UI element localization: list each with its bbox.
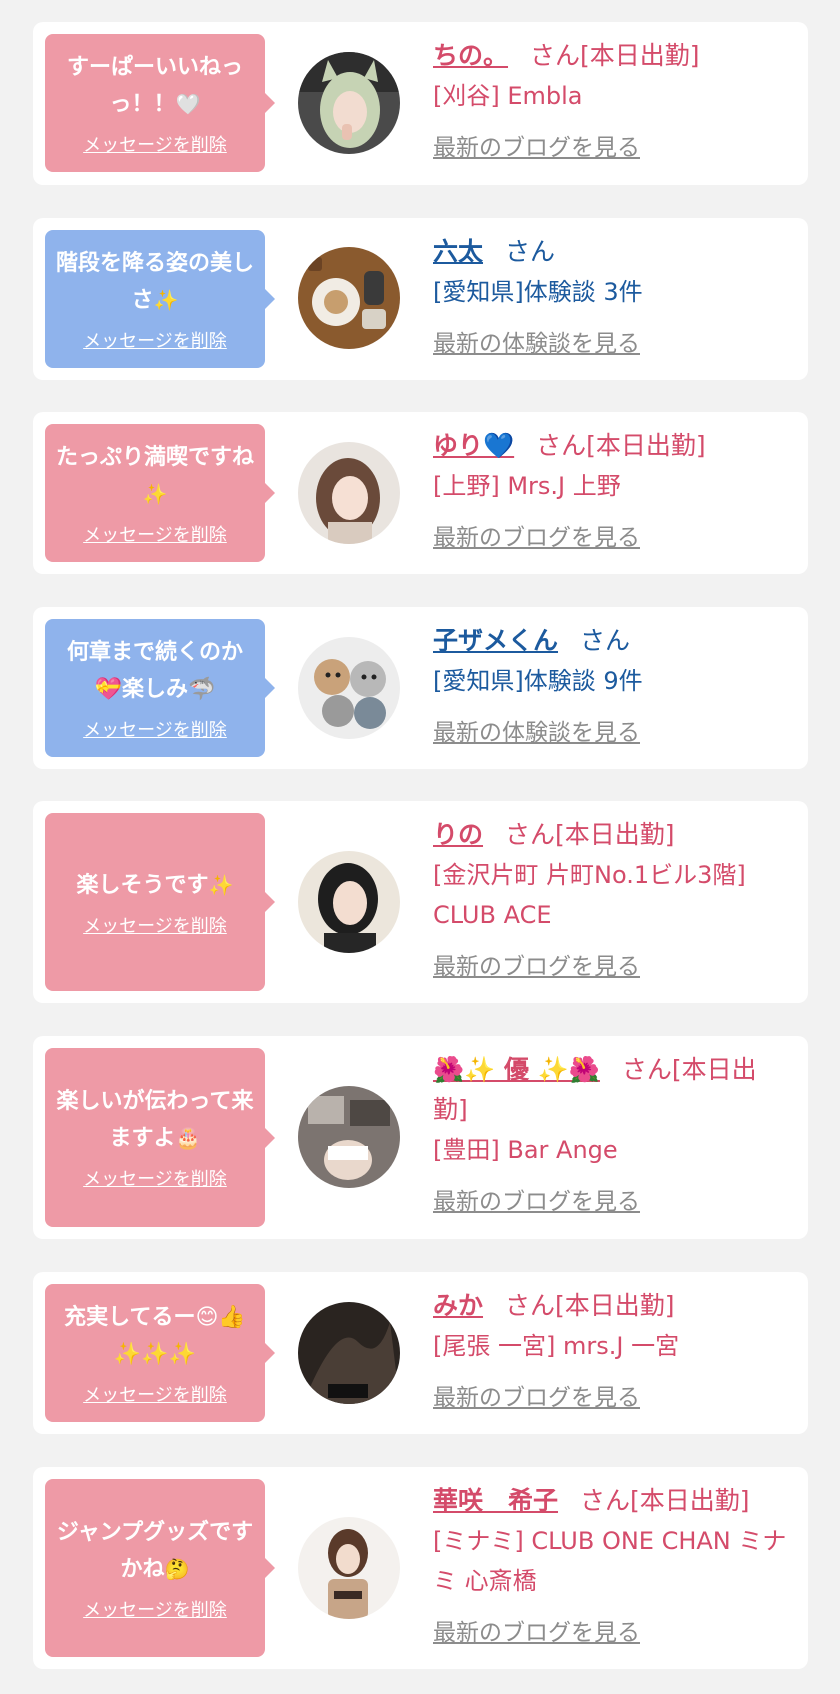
name-suffix: さん: [505, 237, 556, 266]
latest-blog-link[interactable]: 最新のブログを見る: [433, 1613, 640, 1647]
avatar[interactable]: [298, 1086, 400, 1188]
profile-info: 子ザメくん さん [愛知県]体験談 9件 最新の体験談を見る: [433, 621, 788, 747]
name-row: 六太 さん: [433, 232, 788, 272]
cake-icon: 🎂: [175, 1126, 201, 1150]
name-suffix: さん[本日出勤]: [505, 1291, 675, 1320]
latest-blog-link[interactable]: 最新のブログを見る: [433, 947, 640, 981]
message-bubble: 楽しそうです✨ メッセージを削除: [45, 813, 275, 991]
latest-blog-link[interactable]: 最新のブログを見る: [433, 128, 640, 162]
avatar[interactable]: [298, 1517, 400, 1619]
profile-name-link[interactable]: みか: [433, 1291, 483, 1320]
name-suffix: さん[本日出勤]: [505, 820, 675, 849]
profile-info: ちの。 さん[本日出勤] [刈谷] Embla 最新のブログを見る: [433, 36, 788, 162]
latest-blog-link[interactable]: 最新のブログを見る: [433, 518, 640, 552]
review-info: [愛知県]体験談 3件: [433, 278, 643, 306]
message-card: たっぷり満喫ですね✨ メッセージを削除 ゆり💙 さん[本日出勤] [上野] Mrs…: [33, 412, 808, 574]
shop-info: [上野] Mrs.J 上野: [433, 472, 621, 500]
avatar[interactable]: [298, 247, 400, 349]
sparkle-icon: ✨: [208, 872, 234, 897]
name-suffix: さん[本日出勤]: [580, 1486, 750, 1515]
delete-message-link[interactable]: メッセージを削除: [83, 716, 227, 742]
sparkle-icon: ✨: [142, 481, 168, 506]
profile-info: 華咲 希子 さん[本日出勤] [ミナミ] CLUB ONE CHAN ミナミ 心斎…: [433, 1481, 788, 1647]
message-text: たっぷり満喫ですね✨: [55, 444, 254, 506]
profile-name-link[interactable]: 六太: [433, 237, 483, 266]
message-text: 階段を降る姿の美しさ✨: [55, 250, 254, 313]
delete-message-link[interactable]: メッセージを削除: [83, 327, 227, 353]
sparkle-icon: ✨: [153, 287, 179, 312]
message-text: 充実してるー😊👍✨✨✨: [64, 1304, 246, 1367]
shop-info: [豊田] Bar Ange: [433, 1136, 618, 1164]
profile-info: 🌺✨ 優 ✨🌺 さん[本日出勤] [豊田] Bar Ange 最新のブログを見る: [433, 1050, 788, 1216]
name-row: 子ザメくん さん: [433, 621, 788, 661]
profile-info: 六太 さん [愛知県]体験談 3件 最新の体験談を見る: [433, 232, 788, 358]
message-card: 何章まで続くのか💝楽しみ🦈 メッセージを削除 子ザメくん さん [愛知県]体験談 …: [33, 607, 808, 769]
profile-name-link[interactable]: 華咲 希子: [433, 1486, 558, 1515]
avatar[interactable]: [298, 442, 400, 544]
latest-blog-link[interactable]: 最新のブログを見る: [433, 1378, 640, 1412]
profile-name-link[interactable]: 子ザメくん: [433, 626, 558, 655]
message-bubble: 階段を降る姿の美しさ✨ メッセージを削除: [45, 230, 275, 368]
message-bubble: すーぱーいいねっっ！！🤍 メッセージを削除: [45, 34, 275, 172]
profile-name-link[interactable]: ゆり💙: [433, 431, 514, 460]
avatar[interactable]: [298, 52, 400, 154]
message-card: 階段を降る姿の美しさ✨ メッセージを削除 六太 さん [愛知県]体験談 3件 最新…: [33, 218, 808, 380]
message-list: すーぱーいいねっっ！！🤍 メッセージを削除 ちの。 さん[本日出勤] [刈谷] E…: [0, 0, 840, 1694]
message-card: 充実してるー😊👍✨✨✨ メッセージを削除 みか さん[本日出勤] [尾張 一宮] …: [33, 1272, 808, 1434]
thinking-face-icon: 🤔: [164, 1556, 190, 1581]
avatar[interactable]: [298, 637, 400, 739]
profile-info: ゆり💙 さん[本日出勤] [上野] Mrs.J 上野 最新のブログを見る: [433, 426, 788, 552]
delete-message-link[interactable]: メッセージを削除: [83, 1381, 227, 1407]
shop-info: [尾張 一宮] mrs.J 一宮: [433, 1332, 680, 1360]
name-suffix: さん: [580, 626, 631, 655]
message-card: 楽しいが伝わって来ますよ🎂 メッセージを削除 🌺✨ 優 ✨🌺 さん[本日出勤] […: [33, 1036, 808, 1239]
name-row: みか さん[本日出勤]: [433, 1286, 788, 1326]
message-text: 楽しそうです✨: [76, 872, 234, 898]
message-bubble: 充実してるー😊👍✨✨✨ メッセージを削除: [45, 1284, 275, 1422]
shop-info: [刈谷] Embla: [433, 82, 583, 110]
delete-message-link[interactable]: メッセージを削除: [83, 1165, 227, 1191]
name-row: ゆり💙 さん[本日出勤]: [433, 426, 788, 466]
profile-info: みか さん[本日出勤] [尾張 一宮] mrs.J 一宮 最新のブログを見る: [433, 1286, 788, 1412]
profile-name-link[interactable]: 🌺✨ 優 ✨🌺: [433, 1055, 600, 1084]
name-row: りの さん[本日出勤]: [433, 815, 788, 855]
name-row: ちの。 さん[本日出勤]: [433, 36, 788, 76]
latest-blog-link[interactable]: 最新のブログを見る: [433, 1182, 640, 1216]
delete-message-link[interactable]: メッセージを削除: [83, 131, 227, 157]
name-suffix: さん[本日出勤]: [536, 431, 706, 460]
avatar[interactable]: [298, 851, 400, 953]
delete-message-link[interactable]: メッセージを削除: [83, 1596, 227, 1622]
message-bubble: ジャンプグッズですかね🤔 メッセージを削除: [45, 1479, 275, 1657]
message-card: ジャンプグッズですかね🤔 メッセージを削除 華咲 希子 さん[本日出勤] [ミナミ…: [33, 1467, 808, 1669]
latest-review-link[interactable]: 最新の体験談を見る: [433, 324, 640, 358]
profile-name-link[interactable]: りの: [433, 820, 483, 849]
delete-message-link[interactable]: メッセージを削除: [83, 912, 227, 938]
heart-icon: 🤍: [175, 91, 201, 116]
name-suffix: さん[本日出勤]: [530, 41, 700, 70]
name-row: 華咲 希子 さん[本日出勤]: [433, 1481, 788, 1521]
message-card: すーぱーいいねっっ！！🤍 メッセージを削除 ちの。 さん[本日出勤] [刈谷] E…: [33, 22, 808, 185]
message-text: 何章まで続くのか💝楽しみ🦈: [66, 639, 243, 702]
delete-message-link[interactable]: メッセージを削除: [83, 521, 227, 547]
profile-info: りの さん[本日出勤] [金沢片町 片町No.1ビル3階] CLUB ACE 最新…: [433, 815, 788, 981]
message-bubble: 楽しいが伝わって来ますよ🎂 メッセージを削除: [45, 1048, 275, 1227]
message-bubble: たっぷり満喫ですね✨ メッセージを削除: [45, 424, 275, 562]
profile-name-link[interactable]: ちの。: [433, 41, 508, 70]
review-info: [愛知県]体験談 9件: [433, 667, 643, 695]
message-bubble: 何章まで続くのか💝楽しみ🦈 メッセージを削除: [45, 619, 275, 757]
name-row: 🌺✨ 優 ✨🌺 さん[本日出勤]: [433, 1050, 788, 1130]
shop-info: [ミナミ] CLUB ONE CHAN ミナミ 心斎橋: [433, 1527, 787, 1595]
message-text: 楽しいが伝わって来ますよ🎂: [56, 1089, 254, 1151]
message-text: ジャンプグッズですかね🤔: [56, 1519, 254, 1582]
latest-review-link[interactable]: 最新の体験談を見る: [433, 713, 640, 747]
message-text: すーぱーいいねっっ！！🤍: [66, 54, 243, 117]
message-card: 楽しそうです✨ メッセージを削除 りの さん[本日出勤] [金沢片町 片町No.1…: [33, 801, 808, 1003]
shop-info: [金沢片町 片町No.1ビル3階] CLUB ACE: [433, 861, 746, 929]
avatar[interactable]: [298, 1302, 400, 1404]
